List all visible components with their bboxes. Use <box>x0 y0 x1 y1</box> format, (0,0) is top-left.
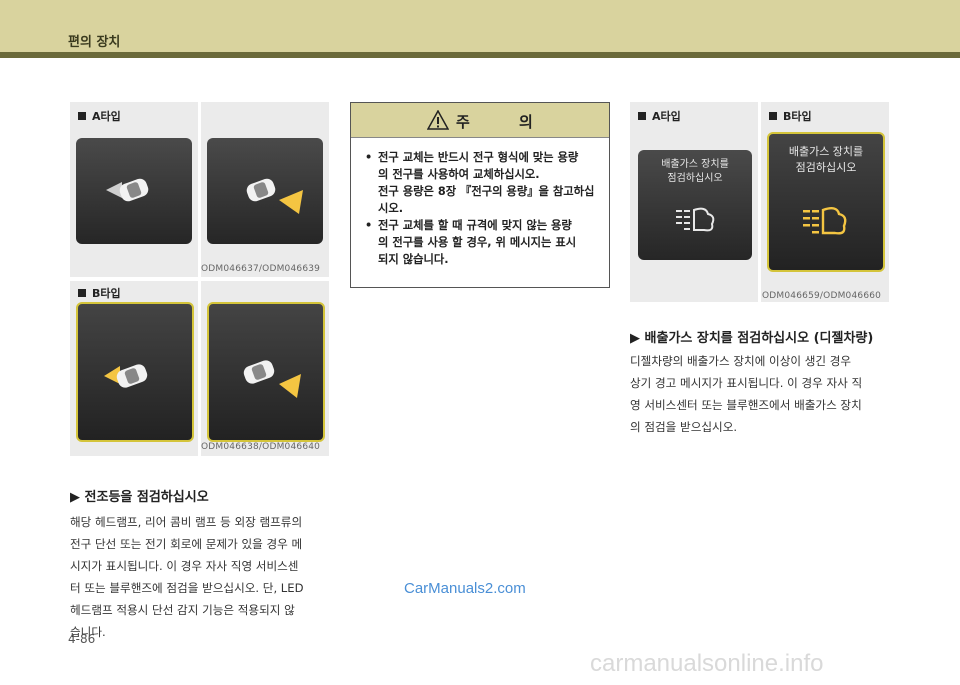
image-code-a: ODM046637/ODM046639 <box>201 264 321 274</box>
caution-line: 시오. <box>378 202 404 215</box>
car-lamp-icon <box>104 364 148 388</box>
headlamp-warning-screen-a1 <box>76 138 192 244</box>
type-a-label: A타입 <box>78 108 121 124</box>
headlamp-warning-screen-b1 <box>76 302 194 442</box>
emission-type-a-label: A타입 <box>638 108 681 124</box>
caution-item: 전구 교체는 반드시 전구 형식에 맞는 용량 의 전구를 사용하여 교체하십시… <box>365 149 603 217</box>
headlamp-body: 해당 헤드램프, 리어 콤비 램프 등 외장 램프류의 전구 단선 또는 전기 … <box>70 511 332 643</box>
car-lamp-icon <box>243 360 301 398</box>
caution-title: 주 의 <box>456 113 555 131</box>
chapter-title: 편의 장치 <box>68 35 121 50</box>
warning-triangle-icon <box>427 110 449 130</box>
body-line: 상기 경고 메시지가 표시됩니다. 이 경우 자사 직 <box>630 376 863 390</box>
caution-line: 전구 용량은 8장 『전구의 용량』을 참고하십 <box>378 185 595 198</box>
caution-list: 전구 교체는 반드시 전구 형식에 맞는 용량 의 전구를 사용하여 교체하십시… <box>365 149 603 268</box>
image-code-emission: ODM046659/ODM046660 <box>762 291 882 301</box>
caution-line: 전구 교체를 할 때 규격에 맞지 않는 용량 <box>378 219 572 232</box>
headlamp-section-title: ▶ 전조등을 점검하십시오 <box>70 490 209 505</box>
emission-message: 배출가스 장치를 점검하십시오 <box>769 144 883 176</box>
emission-message: 배출가스 장치를 점검하십시오 <box>638 158 752 186</box>
footer-watermark: carmanualsonline.info <box>590 650 824 677</box>
page-header <box>0 0 960 52</box>
body-line: 전구 단선 또는 전기 회로에 문제가 있을 경우 메 <box>70 537 303 551</box>
emission-body: 디젤차량의 배출가스 장치에 이상이 생긴 경우 상기 경고 메시지가 표시됩니… <box>630 350 892 438</box>
header-divider <box>0 52 960 58</box>
body-line: 터 또는 블루핸즈에 점검을 받으십시오. 단, LED <box>70 581 304 595</box>
body-line: 습니다. <box>70 625 106 639</box>
page-number: 4-86 <box>68 632 96 646</box>
caution-line: 의 전구를 사용 할 경우, 위 메시지는 표시 <box>378 236 577 249</box>
headlamp-warning-screen-b2 <box>207 302 325 442</box>
message-line: 배출가스 장치를 <box>661 159 729 170</box>
body-line: 디젤차량의 배출가스 장치에 이상이 생긴 경우 <box>630 354 852 368</box>
exhaust-system-icon <box>803 207 847 235</box>
headlamp-warning-screen-a2 <box>207 138 323 244</box>
message-line: 점검하십시오 <box>667 173 723 184</box>
caution-line: 의 전구를 사용하여 교체하십시오. <box>378 168 540 181</box>
body-line: 영 서비스센터 또는 블루핸즈에서 배출가스 장치 <box>630 398 862 412</box>
emission-section-title: ▶ 배출가스 장치를 점검하십시오 (디젤차량) <box>630 331 874 346</box>
caution-line: 되지 않습니다. <box>378 253 449 266</box>
car-lamp-icon <box>106 178 149 202</box>
car-lamp-icon <box>246 178 303 214</box>
body-line: 헤드램프 적용시 단선 감지 기능은 적용되지 않 <box>70 603 295 617</box>
site-watermark: CarManuals2.com <box>404 580 526 597</box>
message-line: 점검하십시오 <box>795 161 857 174</box>
body-line: 의 점검을 받으십시오. <box>630 420 738 434</box>
type-b-label: B타입 <box>78 285 121 301</box>
image-code-b: ODM046638/ODM046640 <box>201 442 321 452</box>
caution-line: 전구 교체는 반드시 전구 형식에 맞는 용량 <box>378 151 579 164</box>
exhaust-system-icon <box>676 207 715 232</box>
emission-type-b-label: B타입 <box>769 108 812 124</box>
emission-warning-screen-b: 배출가스 장치를 점검하십시오 <box>767 132 885 272</box>
emission-warning-screen-a: 배출가스 장치를 점검하십시오 <box>638 150 752 260</box>
message-line: 배출가스 장치를 <box>788 145 864 158</box>
caution-box: 주 의 전구 교체는 반드시 전구 형식에 맞는 용량 의 전구를 사용하여 교… <box>350 102 610 288</box>
caution-item: 전구 교체를 할 때 규격에 맞지 않는 용량 의 전구를 사용 할 경우, 위… <box>365 217 603 268</box>
body-line: 시지가 표시됩니다. 이 경우 자사 직영 서비스센 <box>70 559 299 573</box>
caution-header: 주 의 <box>351 103 609 138</box>
body-line: 해당 헤드램프, 리어 콤비 램프 등 외장 램프류의 <box>70 515 303 529</box>
